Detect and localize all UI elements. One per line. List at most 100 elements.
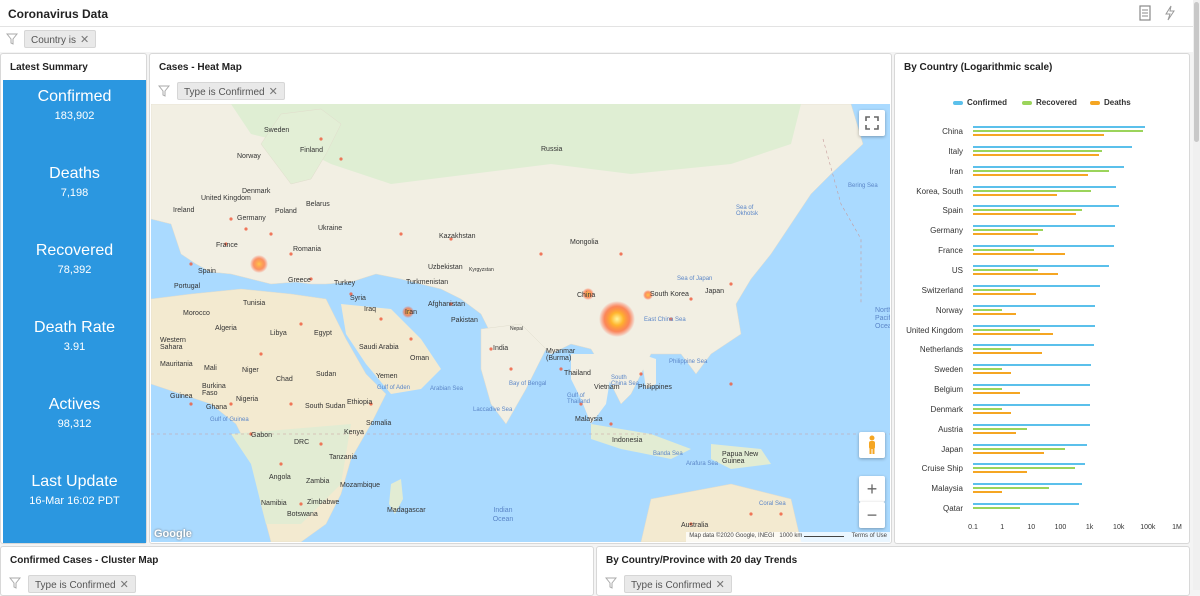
bar-deaths[interactable]	[973, 312, 1017, 315]
bar-deaths[interactable]	[973, 491, 1003, 494]
bar-recovered[interactable]	[973, 149, 1103, 152]
bar-confirmed[interactable]	[973, 403, 1090, 406]
document-icon[interactable]	[1138, 5, 1152, 21]
bar-confirmed[interactable]	[973, 344, 1094, 347]
bar-recovered[interactable]	[973, 388, 1003, 391]
map-label: China	[577, 292, 596, 299]
filter-icon[interactable]	[158, 85, 170, 97]
type-filter-chip[interactable]: Type is Confirmed ✕	[177, 82, 285, 100]
bar-confirmed[interactable]	[973, 205, 1119, 208]
bar-recovered[interactable]	[973, 447, 1066, 450]
bar-recovered[interactable]	[973, 328, 1041, 331]
map-label: Romania	[293, 246, 322, 253]
bar-recovered[interactable]	[973, 308, 1003, 311]
bar-deaths[interactable]	[973, 193, 1057, 196]
bar-deaths[interactable]	[973, 411, 1011, 414]
scrollbar-thumb[interactable]	[1194, 2, 1199, 142]
bar-confirmed[interactable]	[973, 324, 1096, 327]
filter-icon[interactable]	[9, 577, 21, 589]
bar-recovered[interactable]	[973, 229, 1043, 232]
sea-label: Gulf of Guinea	[210, 417, 249, 423]
bar-confirmed[interactable]	[973, 364, 1091, 367]
bar-recovered[interactable]	[973, 467, 1076, 470]
bar-recovered[interactable]	[973, 368, 1003, 371]
bar-confirmed[interactable]	[973, 165, 1124, 168]
bar-confirmed[interactable]	[973, 225, 1115, 228]
bar-deaths[interactable]	[973, 173, 1088, 176]
bar-recovered[interactable]	[973, 169, 1109, 172]
bar-recovered[interactable]	[973, 407, 1003, 410]
zoom-out-button[interactable]: −	[859, 502, 885, 528]
bar-confirmed[interactable]	[973, 304, 1096, 307]
map-label: South Sudan	[305, 403, 346, 410]
bar-recovered[interactable]	[973, 487, 1050, 490]
bar-deaths[interactable]	[973, 332, 1053, 335]
filter-icon[interactable]	[6, 33, 18, 45]
bar-deaths[interactable]	[973, 431, 1017, 434]
bar-deaths[interactable]	[973, 372, 1011, 375]
stat-value: 7,198	[60, 187, 89, 199]
bar-recovered[interactable]	[973, 288, 1020, 291]
bar-confirmed[interactable]	[973, 423, 1090, 426]
bar-recovered[interactable]	[973, 268, 1038, 271]
close-icon[interactable]: ✕	[120, 579, 129, 591]
bar-recovered[interactable]	[973, 348, 1011, 351]
axis-tick-label: 0.1	[968, 524, 978, 531]
axis-tick-label: 100k	[1140, 524, 1156, 531]
bar-deaths[interactable]	[973, 233, 1038, 236]
bar-confirmed[interactable]	[973, 185, 1117, 188]
bar-recovered[interactable]	[973, 249, 1034, 252]
stat-confirmed: Confirmed 183,902	[3, 88, 146, 122]
heat-map[interactable]: Sweden Finland Norway Russia United King…	[151, 104, 890, 542]
bar-deaths[interactable]	[973, 292, 1036, 295]
category-label: United Kingdom	[906, 325, 963, 335]
filter-icon[interactable]	[605, 577, 617, 589]
close-icon[interactable]: ✕	[716, 579, 725, 591]
close-icon[interactable]: ✕	[269, 86, 278, 98]
sea-label: South China Sea	[611, 375, 640, 387]
type-filter-chip[interactable]: Type is Confirmed ✕	[28, 575, 136, 593]
close-icon[interactable]: ✕	[80, 34, 89, 46]
chip-label: Type is Confirmed	[184, 87, 265, 98]
bar-deaths[interactable]	[973, 392, 1020, 395]
bar-confirmed[interactable]	[973, 463, 1085, 466]
bar-recovered[interactable]	[973, 427, 1027, 430]
bar-confirmed[interactable]	[973, 245, 1114, 248]
bar-deaths[interactable]	[973, 213, 1076, 216]
sea-label: Bay of Bengal	[509, 381, 547, 387]
map-label: Somalia	[366, 420, 392, 427]
bar-recovered[interactable]	[973, 189, 1092, 192]
bar-confirmed[interactable]	[973, 384, 1091, 387]
category-label: China	[942, 127, 963, 136]
bar-confirmed[interactable]	[973, 264, 1110, 267]
summary-title: Latest Summary	[10, 62, 88, 73]
page-scrollbar[interactable]	[1193, 0, 1200, 590]
bar-recovered[interactable]	[973, 130, 1143, 132]
bar-deaths[interactable]	[973, 153, 1100, 156]
fullscreen-button[interactable]	[859, 110, 885, 136]
bar-deaths[interactable]	[973, 352, 1043, 355]
bar-confirmed[interactable]	[973, 145, 1132, 148]
bar-confirmed[interactable]	[973, 503, 1080, 506]
bar-recovered[interactable]	[973, 209, 1082, 212]
bar-recovered[interactable]	[973, 507, 1020, 510]
street-view-button[interactable]	[859, 432, 885, 458]
map-label: Ireland	[173, 207, 195, 214]
type-filter-chip[interactable]: Type is Confirmed ✕	[624, 575, 732, 593]
zoom-in-button[interactable]: +	[859, 476, 885, 502]
bar-deaths[interactable]	[973, 451, 1045, 454]
terms-link[interactable]: Terms of Use	[852, 533, 887, 539]
bar-confirmed[interactable]	[973, 483, 1083, 486]
bar-confirmed[interactable]	[973, 443, 1088, 446]
bar-confirmed[interactable]	[973, 126, 1146, 128]
bar-deaths[interactable]	[973, 134, 1105, 136]
bar-deaths[interactable]	[973, 272, 1059, 275]
sea-label: Arafura Sea	[686, 461, 719, 467]
bar-deaths[interactable]	[973, 253, 1066, 256]
map-label: Poland	[275, 208, 297, 215]
bar-deaths[interactable]	[973, 471, 1027, 474]
country-filter-chip[interactable]: Country is ✕	[24, 30, 97, 48]
map-label: Iraq	[364, 306, 377, 313]
lightning-icon[interactable]	[1163, 5, 1177, 21]
bar-confirmed[interactable]	[973, 284, 1100, 287]
